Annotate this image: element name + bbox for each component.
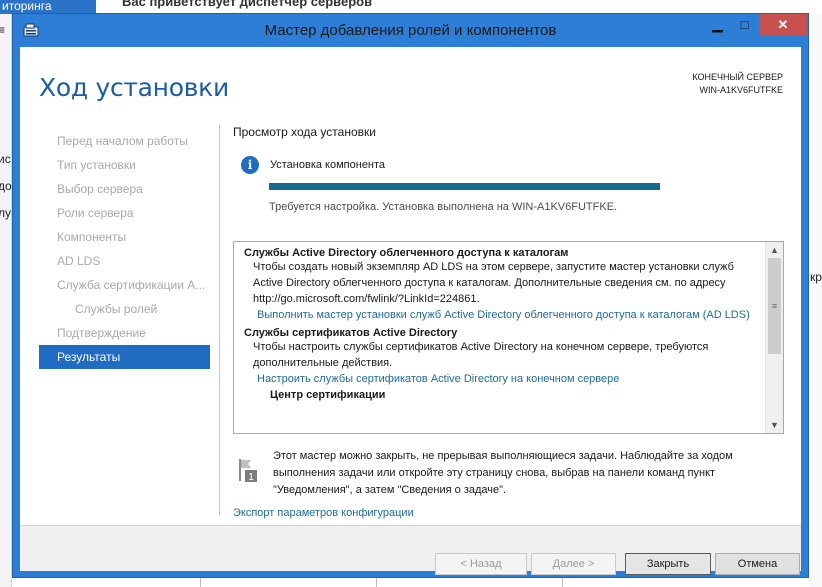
notification-count: 1 (248, 472, 254, 483)
add-roles-wizard-window: Мастер добавления ролей и компонентов ▁ … (12, 13, 809, 578)
background-left-fragment: ис (0, 152, 11, 166)
cancel-button[interactable]: Отмена (715, 553, 800, 575)
nav-step-adcs: Служба сертификации А... (57, 278, 206, 292)
nav-divider (219, 125, 220, 515)
nav-step-ad-lds: AD LDS (57, 254, 101, 268)
destination-server: КОНЕЧНЫЙ СЕРВЕР WIN-A1KV6FUTFKE (692, 71, 783, 97)
info-icon: i (241, 156, 259, 174)
wizard-footer: < Назад Далее > Закрыть Отмена (20, 526, 801, 575)
wizard-client-area: Ход установки КОНЕЧНЫЙ СЕРВЕР WIN-A1KV6F… (20, 47, 801, 575)
scroll-down-icon[interactable]: ▼ (766, 417, 783, 433)
back-button[interactable]: < Назад (435, 553, 527, 575)
nav-step-server-roles: Роли сервера (57, 206, 134, 220)
destination-server-name: WIN-A1KV6FUTFKE (699, 85, 783, 95)
background-left-marker: ≡ (0, 23, 6, 37)
install-progress-note: Требуется настройка. Установка выполнена… (269, 201, 618, 213)
wizard-steps-nav: Перед началом работы Тип установки Выбор… (39, 129, 210, 369)
results-content: Просмотр хода установки i Установка комп… (233, 125, 788, 519)
install-status-row: i Установка компонента (241, 156, 385, 174)
nav-step-results[interactable]: Результаты (39, 345, 210, 369)
background-divider (376, 577, 377, 587)
results-list-content: Службы Active Directory облегченного дос… (234, 242, 764, 433)
adcs-description: Чтобы настроить службы сертификатов Acti… (253, 341, 709, 369)
nav-step-before-you-begin: Перед началом работы (57, 134, 188, 148)
background-tab[interactable]: иторинга (0, 0, 96, 14)
destination-server-caption: КОНЕЧНЫЙ СЕРВЕР (692, 72, 783, 82)
page-title: Ход установки (39, 73, 229, 102)
install-status-text: Установка компонента (270, 159, 386, 171)
install-progress-bar (269, 183, 660, 190)
close-button[interactable]: Закрыть (625, 553, 711, 575)
nav-step-confirmation: Подтверждение (57, 326, 146, 340)
maximize-button[interactable]: □ (731, 14, 758, 35)
scroll-up-icon[interactable]: ▲ (766, 242, 783, 258)
background-divider (200, 577, 201, 587)
results-scrollbar[interactable]: ▲ ≡ ▼ (765, 242, 783, 433)
ad-lds-description: Чтобы создать новый экземпляр AD LDS на … (253, 261, 734, 305)
install-progress-fill (269, 183, 660, 190)
window-titlebar[interactable]: Мастер добавления ролей и компонентов ▁ … (13, 14, 808, 47)
section-title: Просмотр хода установки (233, 125, 376, 139)
nav-step-server-selection: Выбор сервера (57, 182, 143, 196)
background-right-panel (810, 14, 822, 587)
adcs-configure-link[interactable]: Настроить службы сертификатов Active Dir… (244, 371, 754, 387)
scroll-thumb[interactable]: ≡ (768, 258, 781, 354)
ad-lds-heading: Службы Active Directory облегченного дос… (244, 247, 569, 259)
close-window-button[interactable]: ✕ (759, 14, 807, 35)
window-title: Мастер добавления ролей и компонентов (264, 22, 557, 39)
background-left-fragment: лу (0, 206, 12, 220)
notification-flag-icon: 1 (239, 459, 257, 483)
minimize-button[interactable]: ▁ (704, 14, 731, 35)
adcs-heading: Службы сертификатов Active Directory (244, 327, 458, 339)
nav-step-role-services: Службы ролей (75, 302, 158, 316)
background-divider (562, 577, 563, 587)
ad-lds-wizard-link[interactable]: Выполнить мастер установки служб Active … (244, 307, 754, 323)
background-task-note-text: Этот мастер можно закрыть, не прерывая в… (273, 450, 733, 496)
nav-step-installation-type: Тип установки (57, 158, 136, 172)
nav-step-features: Компоненты (57, 230, 127, 244)
export-config-link[interactable]: Экспорт параметров конфигурации (233, 507, 414, 519)
background-header: Вас приветствует диспетчер серверов (122, 0, 373, 9)
next-button[interactable]: Далее > (531, 553, 616, 575)
background-left-fragment: до (0, 179, 12, 193)
ca-subheading: Центр сертификации (270, 389, 386, 401)
background-left-panel (0, 14, 12, 587)
background-right-fragment: кр (810, 270, 822, 284)
results-list-box[interactable]: Службы Active Directory облегченного дос… (233, 241, 784, 434)
